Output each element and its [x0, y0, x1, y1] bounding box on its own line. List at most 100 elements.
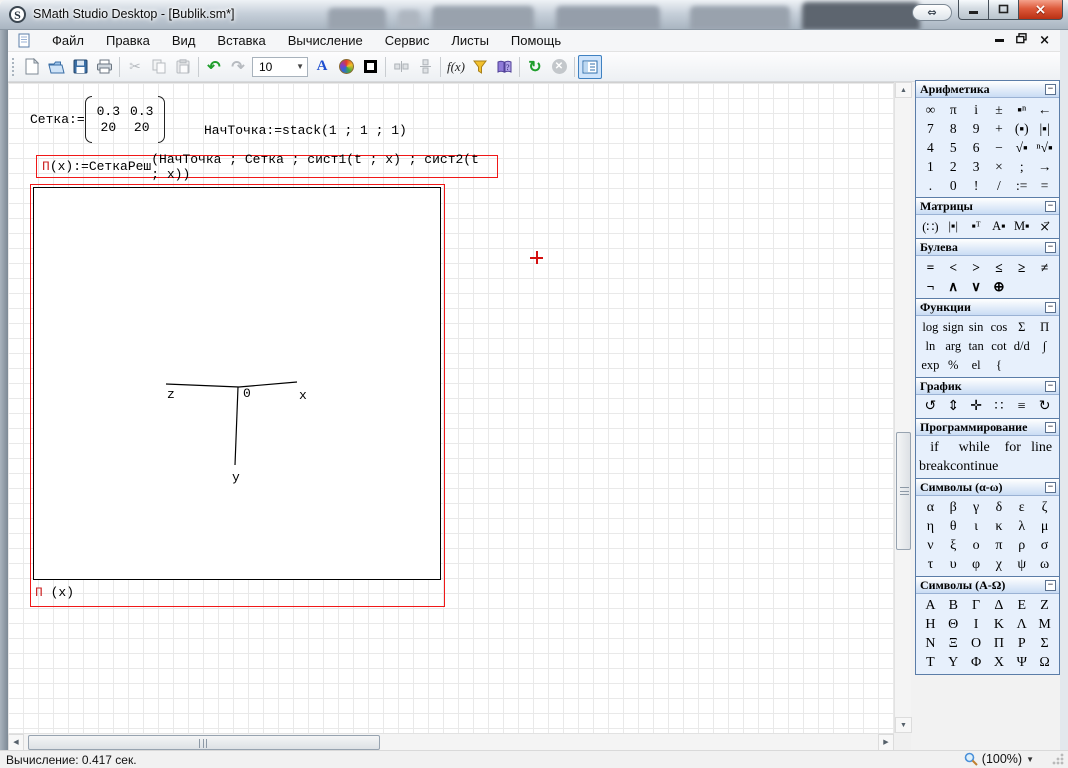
save-button[interactable]	[68, 55, 92, 79]
menu-item[interactable]: Файл	[41, 31, 95, 50]
palette-symbol[interactable]: Μ	[1033, 615, 1056, 634]
palette-symbol[interactable]: A▪	[988, 217, 1011, 236]
matrix-cell[interactable]: 0.3	[97, 104, 120, 119]
colors-button[interactable]	[334, 55, 358, 79]
palette-symbol[interactable]: arg	[942, 337, 965, 356]
palette-symbol[interactable]: cos	[988, 318, 1011, 337]
palette-symbol[interactable]: 6	[965, 138, 988, 157]
mdi-close-button[interactable]: ×	[1039, 34, 1050, 48]
palette-symbol[interactable]: Σ	[1033, 634, 1056, 653]
palette-symbol[interactable]: Ω	[1033, 653, 1056, 672]
new-button[interactable]	[20, 55, 44, 79]
palette-symbol[interactable]: Π	[988, 634, 1011, 653]
flip3d-button[interactable]: ⇔	[912, 4, 952, 21]
palette-symbol[interactable]: =	[919, 258, 942, 277]
palette-symbol[interactable]: ≤	[988, 258, 1011, 277]
palette-symbol[interactable]: d/d	[1010, 337, 1033, 356]
palette-symbol[interactable]: for	[998, 438, 1027, 457]
palette-symbol[interactable]: break	[919, 457, 950, 476]
palette-symbol[interactable]: κ	[988, 517, 1011, 536]
palette-symbol[interactable]: υ	[942, 555, 965, 574]
palette-symbol[interactable]: β	[942, 498, 965, 517]
palette-symbol[interactable]: α	[919, 498, 942, 517]
palette-symbol[interactable]: ↺	[919, 397, 942, 416]
palette-symbol[interactable]: Γ	[965, 596, 988, 615]
palette-symbol[interactable]: Κ	[988, 615, 1011, 634]
palette-symbol[interactable]: 7	[919, 119, 942, 138]
palette-symbol[interactable]: λ	[1010, 517, 1033, 536]
palette-symbol[interactable]: ∞	[919, 100, 942, 119]
title-bar[interactable]: S SMath Studio Desktop - [Bublik.sm*] ⇔ …	[0, 0, 1068, 30]
palette-symbol[interactable]: −	[988, 138, 1011, 157]
print-button[interactable]	[92, 55, 116, 79]
palette-symbol[interactable]: 1	[919, 157, 942, 176]
scroll-up-button[interactable]: ▲	[895, 82, 912, 98]
palette-symbol[interactable]: ν	[919, 536, 942, 555]
horizontal-scrollbar[interactable]: ◀ ▶	[8, 733, 894, 750]
collapse-button[interactable]: −	[1045, 381, 1056, 392]
palette-symbol[interactable]: ∫	[1033, 337, 1056, 356]
palette-symbol[interactable]: ;	[1010, 157, 1033, 176]
palette-symbol[interactable]: ψ	[1010, 555, 1033, 574]
toolbar-grip[interactable]	[12, 58, 16, 76]
matrix-cell[interactable]: 20	[97, 120, 120, 135]
palette-symbol[interactable]: Ρ	[1010, 634, 1033, 653]
menu-item[interactable]: Листы	[440, 31, 500, 50]
palette-symbol[interactable]: ¬	[919, 277, 942, 296]
palette-symbol[interactable]: 3	[965, 157, 988, 176]
palette-symbol[interactable]: ▪ⁿ	[1010, 100, 1033, 119]
palette-symbol[interactable]: 9	[965, 119, 988, 138]
palette-symbol[interactable]: >	[965, 258, 988, 277]
palette-symbol[interactable]: ≥	[1010, 258, 1033, 277]
palette-symbol[interactable]: θ	[942, 517, 965, 536]
reference-book-button[interactable]: ?	[492, 55, 516, 79]
palette-symbol[interactable]: ∨	[965, 277, 988, 296]
matrix-assignment[interactable]: Сетка:= 0.3 0.3 20 20	[30, 96, 165, 143]
panel-header[interactable]: Матрицы −	[916, 198, 1059, 215]
horizontal-scrollbar-thumb[interactable]	[28, 735, 380, 750]
palette-symbol[interactable]: Ε	[1010, 596, 1033, 615]
menu-item[interactable]: Вычисление	[277, 31, 374, 50]
palette-symbol[interactable]: {	[988, 356, 1011, 375]
font-style-button[interactable]: A	[310, 55, 334, 79]
palette-symbol[interactable]: !	[965, 176, 988, 195]
palette-symbol[interactable]: π	[988, 536, 1011, 555]
collapse-button[interactable]: −	[1045, 201, 1056, 212]
palette-symbol[interactable]: (∷)	[919, 217, 942, 236]
menu-item[interactable]: Помощь	[500, 31, 572, 50]
palette-symbol[interactable]: ±	[988, 100, 1011, 119]
palette-symbol[interactable]: 8	[942, 119, 965, 138]
palette-symbol[interactable]: ∷	[988, 397, 1011, 416]
scroll-left-button[interactable]: ◀	[8, 734, 24, 751]
palette-symbol[interactable]: ↻	[1033, 397, 1056, 416]
matrix-cell[interactable]: 0.3	[130, 104, 153, 119]
collapse-button[interactable]: −	[1045, 302, 1056, 313]
collapse-button[interactable]: −	[1045, 84, 1056, 95]
palette-symbol[interactable]: ⁿ√▪	[1033, 138, 1056, 157]
palette-symbol[interactable]: Χ	[988, 653, 1011, 672]
scroll-down-button[interactable]: ▼	[895, 717, 912, 733]
redo-button[interactable]: ↷	[226, 55, 250, 79]
panel-header[interactable]: Символы (α-ω) −	[916, 479, 1059, 496]
palette-symbol[interactable]: τ	[919, 555, 942, 574]
palette-symbol[interactable]: 4	[919, 138, 942, 157]
border-button[interactable]	[358, 55, 382, 79]
panel-header[interactable]: Программирование −	[916, 419, 1059, 436]
palette-symbol[interactable]: +	[988, 119, 1011, 138]
panel-header[interactable]: Символы (A-Ω) −	[916, 577, 1059, 594]
palette-symbol[interactable]: ∧	[942, 277, 965, 296]
palette-symbol[interactable]: χ	[988, 555, 1011, 574]
palette-symbol[interactable]: ξ	[942, 536, 965, 555]
palette-symbol[interactable]: =	[1033, 176, 1056, 195]
panel-header[interactable]: Булева −	[916, 239, 1059, 256]
vertical-scrollbar-thumb[interactable]	[896, 432, 911, 550]
palette-symbol[interactable]: :=	[1010, 176, 1033, 195]
palette-symbol[interactable]: <	[942, 258, 965, 277]
palette-symbol[interactable]: ι	[965, 517, 988, 536]
palette-symbol[interactable]: if	[919, 438, 950, 457]
menu-item[interactable]: Правка	[95, 31, 161, 50]
menu-item[interactable]: Вставка	[206, 31, 276, 50]
palette-symbol[interactable]: tan	[965, 337, 988, 356]
palette-symbol[interactable]: sin	[965, 318, 988, 337]
open-button[interactable]	[44, 55, 68, 79]
